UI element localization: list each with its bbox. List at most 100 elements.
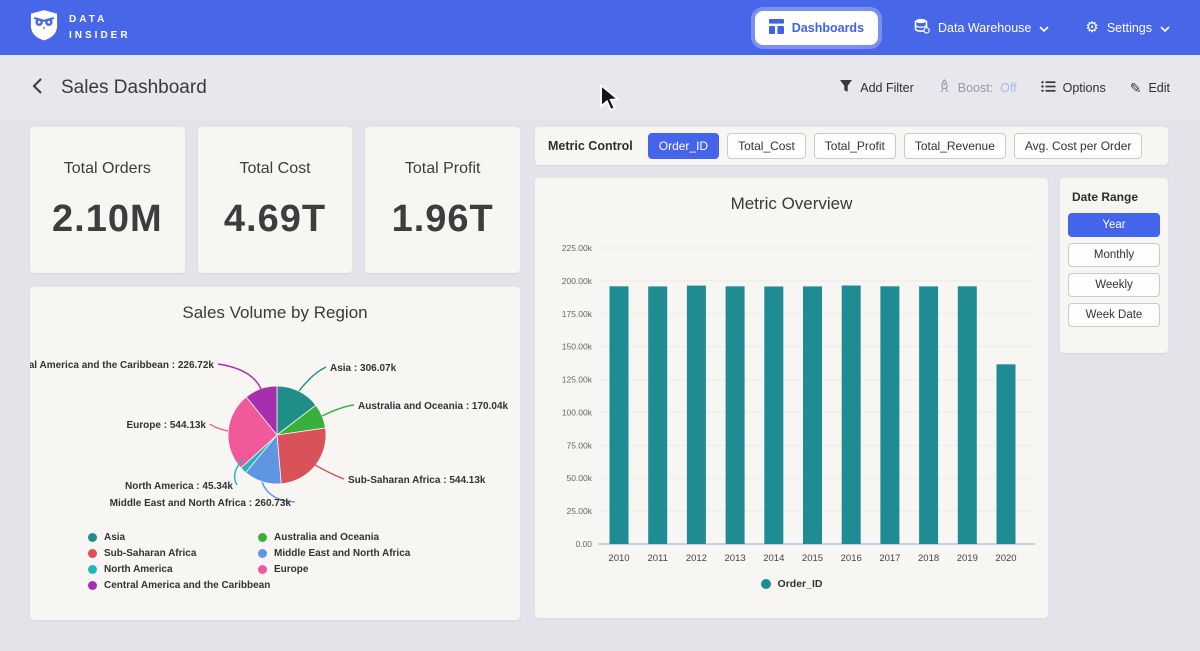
- pie-callout-label: Central America and the Caribbean : 226.…: [30, 360, 214, 371]
- nav-settings-label: Settings: [1107, 21, 1152, 35]
- y-tick-label: 175.00k: [562, 309, 593, 319]
- metric-option-total-cost[interactable]: Total_Cost: [727, 133, 806, 159]
- x-tick-label: 2016: [841, 553, 862, 564]
- app-window: DATA INSIDER Dashboards: [0, 0, 1200, 651]
- boost-button[interactable]: Boost: Off: [938, 79, 1017, 96]
- date-range-buttons: Year Monthly Weekly Week Date: [1068, 213, 1160, 327]
- chevron-down-icon: [1039, 21, 1049, 35]
- back-button[interactable]: [30, 75, 45, 100]
- add-filter-button[interactable]: Add Filter: [839, 79, 914, 96]
- metric-option-order-id[interactable]: Order_ID: [648, 133, 719, 159]
- metric-option-total-revenue[interactable]: Total_Revenue: [904, 133, 1006, 159]
- nav-dashboards-button[interactable]: Dashboards: [755, 11, 878, 45]
- pie-legend-item-central-america-and-the-caribbean[interactable]: Central America and the Caribbean: [88, 580, 270, 591]
- kpi-value: 1.96T: [392, 198, 494, 241]
- bar-2011[interactable]: [648, 286, 667, 544]
- pie-callout-line: [218, 364, 261, 389]
- pie-legend-item-sub-saharan-africa[interactable]: Sub-Saharan Africa: [88, 548, 196, 559]
- bar-2020[interactable]: [997, 364, 1016, 544]
- edit-button[interactable]: ✎ Edit: [1130, 81, 1170, 95]
- bar-chart-legend[interactable]: Order_ID: [535, 578, 1048, 590]
- nav-dashboards-label: Dashboards: [792, 21, 864, 35]
- pie-chart-card: Sales Volume by Region Asia : 306.07kAus…: [30, 287, 520, 620]
- legend-label: Order_ID: [778, 578, 823, 590]
- y-tick-label: 125.00k: [562, 375, 593, 385]
- kpi-value: 4.69T: [224, 198, 326, 241]
- date-range-option-monthly[interactable]: Monthly: [1068, 243, 1160, 267]
- legend-item-label: Central America and the Caribbean: [104, 580, 270, 591]
- date-range-option-week-date[interactable]: Week Date: [1068, 303, 1160, 327]
- pie-legend: Asia Sub-Saharan Africa North America Centr…: [30, 532, 520, 620]
- nav-data-warehouse-button[interactable]: Data Warehouse: [914, 18, 1049, 37]
- kpi-value: 2.10M: [52, 198, 163, 241]
- pie-legend-item-australia-and-oceania[interactable]: Australia and Oceania: [258, 532, 379, 543]
- bar-2017[interactable]: [880, 286, 899, 544]
- x-tick-label: 2010: [608, 553, 629, 564]
- y-tick-label: 50.00k: [566, 473, 592, 483]
- top-nav: DATA INSIDER Dashboards: [0, 0, 1200, 55]
- list-icon: [1041, 80, 1056, 96]
- date-range-label: Date Range: [1072, 190, 1160, 204]
- pie-callout-label: Asia : 306.07k: [330, 363, 397, 374]
- y-tick-label: 100.00k: [562, 407, 593, 417]
- pie-legend-item-europe[interactable]: Europe: [258, 564, 308, 575]
- date-range-option-weekly[interactable]: Weekly: [1068, 273, 1160, 297]
- kpi-row: Total Orders2.10MTotal Cost4.69TTotal Pr…: [30, 127, 520, 273]
- kpi-label: Total Profit: [405, 160, 481, 178]
- pie-callout-line: [210, 424, 228, 431]
- boost-label: Boost:: [958, 81, 993, 95]
- funnel-icon: [839, 79, 853, 96]
- legend-item-label: Sub-Saharan Africa: [104, 548, 196, 559]
- pie-callout-line: [299, 367, 326, 391]
- nav-data-warehouse-label: Data Warehouse: [938, 21, 1031, 35]
- legend-dot: [88, 581, 97, 590]
- y-tick-label: 75.00k: [566, 440, 592, 450]
- pie-callout-label: North America : 45.34k: [125, 481, 233, 492]
- bar-2016[interactable]: [842, 286, 861, 545]
- bar-2015[interactable]: [803, 286, 822, 544]
- legend-dot: [88, 549, 97, 558]
- legend-dot: [258, 549, 267, 558]
- pie-callout-label: Europe : 544.13k: [127, 420, 207, 431]
- options-label: Options: [1063, 81, 1106, 95]
- bar-chart: 225.00k200.00k175.00k150.00k125.00k100.0…: [535, 178, 1048, 618]
- metric-option-total-profit[interactable]: Total_Profit: [814, 133, 896, 159]
- x-tick-label: 2017: [879, 553, 900, 564]
- pie-callout-label: Australia and Oceania : 170.04k: [358, 401, 509, 412]
- y-tick-label: 150.00k: [562, 342, 593, 352]
- bar-2012[interactable]: [687, 286, 706, 544]
- bar-2018[interactable]: [919, 286, 938, 544]
- bar-2019[interactable]: [958, 286, 977, 544]
- bar-2010[interactable]: [610, 286, 629, 544]
- pie-legend-item-north-america[interactable]: North America: [88, 564, 173, 575]
- x-tick-label: 2015: [802, 553, 823, 564]
- x-tick-label: 2012: [686, 553, 707, 564]
- metric-control-bar: Metric Control Order_IDTotal_CostTotal_P…: [535, 127, 1168, 165]
- pie-callout-label: Sub-Saharan Africa : 544.13k: [348, 475, 486, 486]
- pie-legend-item-middle-east-and-north-africa[interactable]: Middle East and North Africa: [258, 548, 410, 559]
- x-tick-label: 2020: [995, 553, 1016, 564]
- brand: DATA INSIDER: [30, 9, 131, 46]
- pie-callout-line: [315, 465, 344, 479]
- bar-2013[interactable]: [726, 286, 745, 544]
- page-header: Sales Dashboard Add Filter Boost: Off: [0, 55, 1200, 120]
- pie-legend-item-asia[interactable]: Asia: [88, 532, 125, 543]
- y-tick-label: 0.00: [575, 539, 592, 549]
- metric-option-avg-cost-per-order[interactable]: Avg. Cost per Order: [1014, 133, 1143, 159]
- options-button[interactable]: Options: [1041, 80, 1106, 96]
- add-filter-label: Add Filter: [860, 81, 914, 95]
- bar-chart-card: Metric Overview 225.00k200.00k175.00k150…: [535, 178, 1048, 618]
- bar-2014[interactable]: [764, 287, 783, 545]
- nav-settings-button[interactable]: ⚙ Settings: [1085, 20, 1170, 35]
- dashboards-grid-icon: [769, 19, 784, 37]
- date-range-option-year[interactable]: Year: [1068, 213, 1160, 237]
- y-tick-label: 200.00k: [562, 276, 593, 286]
- pie-slice-sub-saharan-africa[interactable]: [277, 428, 326, 484]
- chevron-down-icon: [1160, 21, 1170, 35]
- owl-logo-icon: [30, 9, 58, 46]
- legend-dot: [88, 533, 97, 542]
- edit-label: Edit: [1148, 81, 1170, 95]
- y-tick-label: 25.00k: [566, 506, 592, 516]
- boost-value: Off: [1000, 81, 1016, 95]
- x-tick-label: 2014: [763, 553, 784, 564]
